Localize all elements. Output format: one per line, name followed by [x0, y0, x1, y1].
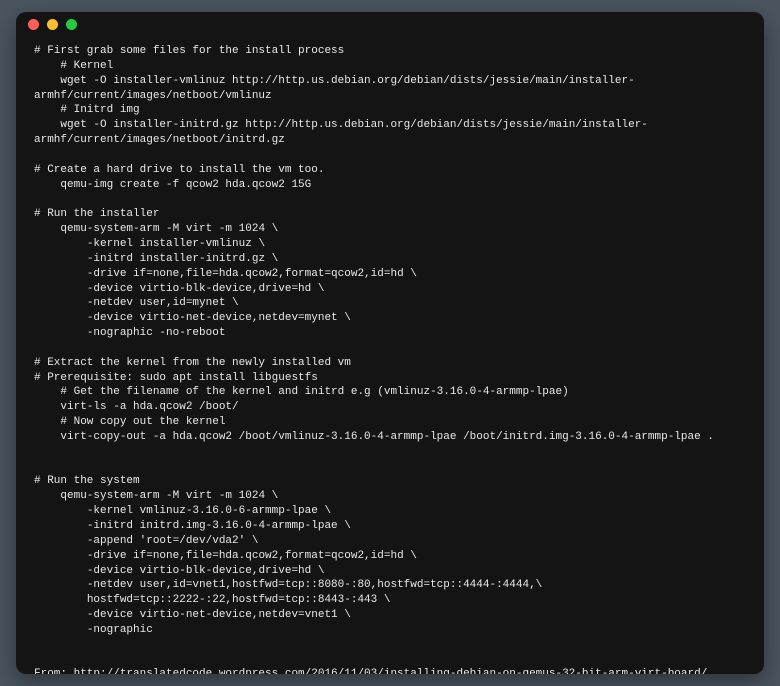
- terminal-line: virt-copy-out -a hda.qcow2 /boot/vmlinuz…: [34, 430, 748, 445]
- terminal-line: -device virtio-net-device,netdev=mynet \: [34, 311, 748, 326]
- terminal-line: [34, 148, 748, 163]
- terminal-line: -kernel installer-vmlinuz \: [34, 237, 748, 252]
- terminal-line: # Run the system: [34, 474, 748, 489]
- terminal-line: wget -O installer-vmlinuz http://http.us…: [34, 74, 748, 104]
- terminal-line: # Now copy out the kernel: [34, 415, 748, 430]
- terminal-line: hostfwd=tcp::2222-:22,hostfwd=tcp::8443-…: [34, 593, 748, 608]
- terminal-line: # Initrd img: [34, 103, 748, 118]
- terminal-line: -nographic: [34, 623, 748, 638]
- close-icon[interactable]: [28, 19, 39, 30]
- terminal-line: -drive if=none,file=hda.qcow2,format=qco…: [34, 549, 748, 564]
- terminal-line: [34, 341, 748, 356]
- terminal-line: -device virtio-blk-device,drive=hd \: [34, 564, 748, 579]
- terminal-line: From: http://translatedcode.wordpress.co…: [34, 667, 748, 674]
- terminal-window: # First grab some files for the install …: [16, 12, 764, 674]
- zoom-icon[interactable]: [66, 19, 77, 30]
- terminal-line: [34, 638, 748, 653]
- window-titlebar: [16, 12, 764, 36]
- terminal-line: -initrd installer-initrd.gz \: [34, 252, 748, 267]
- terminal-line: # Run the installer: [34, 207, 748, 222]
- terminal-line: -nographic -no-reboot: [34, 326, 748, 341]
- terminal-line: -device virtio-blk-device,drive=hd \: [34, 282, 748, 297]
- terminal-line: [34, 653, 748, 668]
- terminal-line: virt-ls -a hda.qcow2 /boot/: [34, 400, 748, 415]
- terminal-line: # Get the filename of the kernel and ini…: [34, 385, 748, 400]
- terminal-line: # Extract the kernel from the newly inst…: [34, 356, 748, 371]
- terminal-line: wget -O installer-initrd.gz http://http.…: [34, 118, 748, 148]
- terminal-line: -kernel vmlinuz-3.16.0-6-armmp-lpae \: [34, 504, 748, 519]
- terminal-line: # Create a hard drive to install the vm …: [34, 163, 748, 178]
- terminal-line: # Kernel: [34, 59, 748, 74]
- terminal-line: -netdev user,id=vnet1,hostfwd=tcp::8080-…: [34, 578, 748, 593]
- terminal-line: qemu-img create -f qcow2 hda.qcow2 15G: [34, 178, 748, 193]
- terminal-line: qemu-system-arm -M virt -m 1024 \: [34, 489, 748, 504]
- terminal-line: -initrd initrd.img-3.16.0-4-armmp-lpae \: [34, 519, 748, 534]
- terminal-line: [34, 192, 748, 207]
- terminal-line: # First grab some files for the install …: [34, 44, 748, 59]
- terminal-line: [34, 445, 748, 460]
- terminal-line: -append 'root=/dev/vda2' \: [34, 534, 748, 549]
- terminal-line: -device virtio-net-device,netdev=vnet1 \: [34, 608, 748, 623]
- terminal-content: # First grab some files for the install …: [16, 36, 764, 674]
- terminal-line: [34, 460, 748, 475]
- terminal-line: qemu-system-arm -M virt -m 1024 \: [34, 222, 748, 237]
- terminal-line: -netdev user,id=mynet \: [34, 296, 748, 311]
- terminal-line: -drive if=none,file=hda.qcow2,format=qco…: [34, 267, 748, 282]
- terminal-line: # Prerequisite: sudo apt install libgues…: [34, 371, 748, 386]
- minimize-icon[interactable]: [47, 19, 58, 30]
